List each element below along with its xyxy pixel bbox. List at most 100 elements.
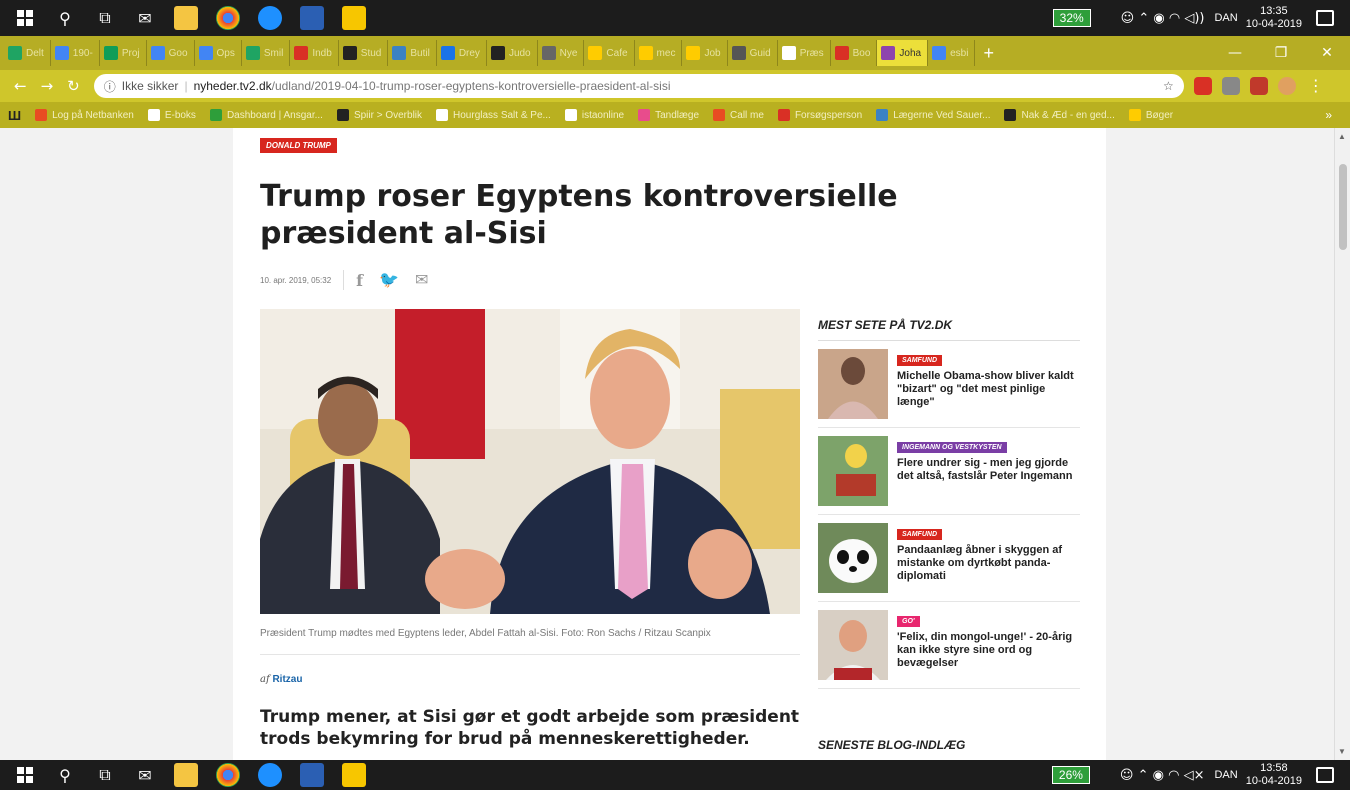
most-read-tag[interactable]: GO': [897, 616, 920, 627]
bookmark-item[interactable]: Bøger: [1128, 109, 1173, 121]
maximize-button[interactable]: ❐: [1258, 45, 1304, 61]
browser-tab[interactable]: Præs: [778, 40, 831, 66]
clock[interactable]: 13:35 10-04-2019: [1246, 5, 1302, 31]
bookmark-item[interactable]: Nak & Æd - en ged...: [1004, 109, 1115, 121]
language-indicator[interactable]: DAN: [1214, 12, 1237, 24]
bookmark-item[interactable]: istaonline: [564, 109, 624, 121]
chrome-menu-icon[interactable]: ⋮: [1308, 76, 1324, 96]
chrome-icon[interactable]: [216, 6, 240, 30]
language-indicator[interactable]: DAN: [1214, 769, 1237, 781]
browser-tab[interactable]: Smil: [242, 40, 291, 66]
bookmark-item[interactable]: Dashboard | Ansgar...: [209, 109, 323, 121]
profile-avatar[interactable]: [1277, 77, 1296, 95]
byline-author[interactable]: Ritzau: [272, 674, 302, 685]
bookmark-item[interactable]: Call me: [713, 109, 764, 121]
browser-tab[interactable]: Job: [682, 40, 728, 66]
most-read-headline[interactable]: Pandaanlæg åbner i skyggen af mistanke o…: [897, 544, 1080, 583]
most-read-thumbnail[interactable]: [818, 436, 888, 506]
extension-icon[interactable]: [1193, 77, 1212, 95]
browser-tab[interactable]: Cafe: [584, 40, 635, 66]
most-read-item[interactable]: INGEMANN OG VESTKYSTEN Flere undrer sig -…: [818, 428, 1080, 515]
edge-icon[interactable]: [258, 6, 282, 30]
scrollbar[interactable]: ▲ ▼: [1334, 128, 1350, 760]
browser-tab[interactable]: Ops: [195, 40, 242, 66]
battery-indicator[interactable]: 26%: [1051, 766, 1090, 784]
windows-start-icon[interactable]: [14, 7, 36, 29]
bookmark-item[interactable]: Spiir > Overblik: [336, 109, 422, 121]
most-read-headline[interactable]: 'Felix, din mongol-unge!' - 20-årig kan …: [897, 631, 1080, 670]
bookmark-item[interactable]: Forsøgsperson: [777, 109, 862, 121]
most-read-item[interactable]: SAMFUND Pandaanlæg åbner i skyggen af mis…: [818, 515, 1080, 602]
clock[interactable]: 13:58 10-04-2019: [1246, 762, 1302, 788]
browser-tab[interactable]: mec: [635, 40, 683, 66]
bookmark-item[interactable]: Hourglass Salt & Pe...: [436, 109, 551, 121]
sticky-notes-icon[interactable]: [342, 6, 366, 30]
scroll-up-icon[interactable]: ▲: [1338, 132, 1346, 141]
most-read-item[interactable]: SAMFUND Michelle Obama-show bliver kaldt …: [818, 341, 1080, 428]
most-read-tag[interactable]: SAMFUND: [897, 355, 942, 366]
back-button[interactable]: ←: [14, 77, 27, 95]
browser-tab[interactable]: Proj: [100, 40, 147, 66]
extension-icon[interactable]: [1249, 77, 1268, 95]
mail-icon[interactable]: ✉: [134, 764, 156, 786]
facebook-share-icon[interactable]: f: [356, 271, 363, 290]
address-bar[interactable]: ⓘ Ikke sikker | nyheder.tv2.dk /udland/2…: [93, 74, 1184, 98]
file-explorer-icon[interactable]: [174, 763, 198, 787]
browser-tab[interactable]: Boo: [831, 40, 878, 66]
chrome-icon[interactable]: [216, 763, 240, 787]
extension-icon[interactable]: [1221, 77, 1240, 95]
word-icon[interactable]: [300, 6, 324, 30]
most-read-tag[interactable]: SAMFUND: [897, 529, 942, 540]
edge-icon[interactable]: [258, 763, 282, 787]
new-tab-button[interactable]: +: [983, 43, 994, 64]
browser-tab[interactable]: Nye: [538, 40, 585, 66]
tray-icons[interactable]: ☺ ⌃ ◉ ◠ ◁×: [1120, 768, 1205, 783]
forward-button[interactable]: →: [41, 77, 54, 95]
email-share-icon[interactable]: ✉: [415, 270, 428, 290]
word-icon[interactable]: [300, 763, 324, 787]
most-read-tag[interactable]: INGEMANN OG VESTKYSTEN: [897, 442, 1007, 453]
browser-tab[interactable]: Stud: [339, 40, 389, 66]
search-icon[interactable]: ⚲: [54, 7, 76, 29]
browser-tab[interactable]: Joha: [877, 40, 929, 66]
scroll-thumb[interactable]: [1339, 164, 1347, 250]
bookmark-logo-icon[interactable]: Ш: [8, 108, 21, 123]
task-view-icon[interactable]: ⧉: [94, 7, 116, 29]
reload-button[interactable]: ↻: [67, 77, 80, 95]
battery-indicator[interactable]: 32%: [1052, 9, 1091, 27]
bookmark-star-icon[interactable]: ☆: [1163, 79, 1174, 93]
browser-tab[interactable]: Drey: [437, 40, 487, 66]
browser-tab[interactable]: Guid: [728, 40, 778, 66]
notification-icon[interactable]: [1316, 10, 1334, 26]
article-photo[interactable]: [260, 309, 800, 614]
browser-tab[interactable]: Delt: [4, 40, 51, 66]
category-tag[interactable]: DONALD TRUMP: [260, 138, 337, 153]
most-read-thumbnail[interactable]: [818, 610, 888, 680]
windows-start-icon[interactable]: [14, 764, 36, 786]
most-read-headline[interactable]: Flere undrer sig - men jeg gjorde det al…: [897, 457, 1080, 483]
browser-tab[interactable]: Butil: [388, 40, 437, 66]
sticky-notes-icon[interactable]: [342, 763, 366, 787]
tray-icons[interactable]: ☺ ⌃ ◉ ◠ ◁)): [1121, 11, 1205, 26]
bookmark-item[interactable]: E-boks: [147, 109, 196, 121]
notification-icon[interactable]: [1316, 767, 1334, 783]
twitter-share-icon[interactable]: 🐦: [379, 270, 399, 290]
browser-tab[interactable]: Indb: [290, 40, 339, 66]
bookmark-item[interactable]: Tandlæge: [638, 109, 699, 121]
most-read-thumbnail[interactable]: [818, 349, 888, 419]
most-read-item[interactable]: GO' 'Felix, din mongol-unge!' - 20-årig k…: [818, 602, 1080, 689]
search-icon[interactable]: ⚲: [54, 764, 76, 786]
scroll-down-icon[interactable]: ▼: [1338, 747, 1346, 756]
browser-tab[interactable]: Judo: [487, 40, 538, 66]
browser-tab[interactable]: Goo: [147, 40, 195, 66]
close-window-button[interactable]: ✕: [1304, 45, 1350, 61]
mail-icon[interactable]: ✉: [134, 7, 156, 29]
file-explorer-icon[interactable]: [174, 6, 198, 30]
most-read-thumbnail[interactable]: [818, 523, 888, 593]
more-bookmarks-icon[interactable]: »: [1325, 108, 1332, 122]
browser-tab[interactable]: 190-: [51, 40, 100, 66]
browser-tab[interactable]: esbi: [928, 40, 976, 66]
task-view-icon[interactable]: ⧉: [94, 764, 116, 786]
most-read-headline[interactable]: Michelle Obama-show bliver kaldt "bizart…: [897, 370, 1080, 409]
bookmark-item[interactable]: Lægerne Ved Sauer...: [876, 109, 990, 121]
